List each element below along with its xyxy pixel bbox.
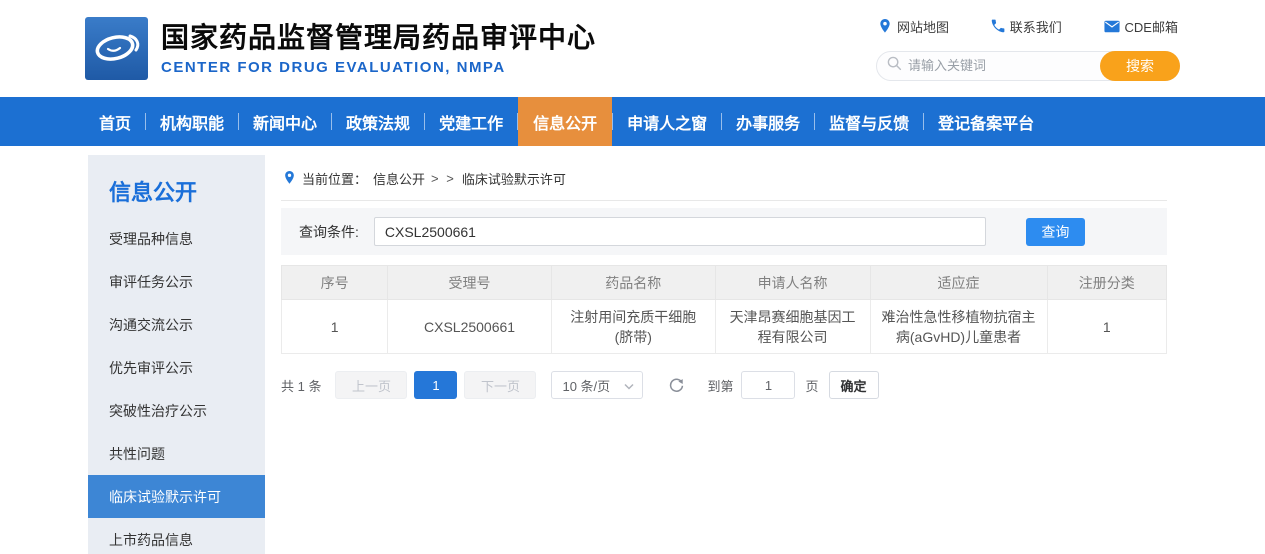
goto-page-label: 到第 bbox=[707, 376, 733, 395]
nav-item-services[interactable]: 办事服务 bbox=[722, 97, 814, 146]
table-row: 1 CXSL2500661 注射用间充质干细胞(脐带) 天津昂赛细胞基因工程有限… bbox=[282, 300, 1167, 354]
mailbox-label: CDE邮箱 bbox=[1125, 17, 1178, 36]
query-button[interactable]: 查询 bbox=[1026, 218, 1085, 246]
prev-page-button[interactable]: 上一页 bbox=[335, 371, 407, 399]
nav-item-info-disclosure[interactable]: 信息公开 bbox=[518, 97, 612, 146]
query-condition-input[interactable] bbox=[374, 217, 986, 246]
search-button[interactable]: 搜索 bbox=[1100, 51, 1180, 81]
top-links: 网站地图 联系我们 CDE邮箱 bbox=[876, 17, 1180, 36]
nav-item-functions[interactable]: 机构职能 bbox=[146, 97, 238, 146]
nav-item-home[interactable]: 首页 bbox=[85, 97, 145, 146]
confirm-button[interactable]: 确定 bbox=[829, 371, 879, 399]
sitemap-label: 网站地图 bbox=[897, 17, 949, 36]
sidebar-item-marketed-drugs[interactable]: 上市药品信息 bbox=[88, 518, 265, 554]
envelope-icon bbox=[1104, 20, 1120, 33]
search-input[interactable] bbox=[908, 58, 1099, 73]
main-navbar: 首页 机构职能 新闻中心 政策法规 党建工作 信息公开 申请人之窗 办事服务 监… bbox=[0, 97, 1265, 146]
mailbox-link[interactable]: CDE邮箱 bbox=[1104, 17, 1178, 36]
cell-seq: 1 bbox=[282, 300, 388, 354]
sidebar: 信息公开 受理品种信息 审评任务公示 沟通交流公示 优先审评公示 突破性治疗公示… bbox=[88, 155, 265, 554]
site-header: 国家药品监督管理局药品审评中心 CENTER FOR DRUG EVALUATI… bbox=[0, 0, 1265, 97]
sidebar-item-breakthrough-therapy[interactable]: 突破性治疗公示 bbox=[88, 389, 265, 432]
phone-icon bbox=[991, 19, 1005, 33]
contact-label: 联系我们 bbox=[1010, 17, 1062, 36]
page-size-value: 10 条/页 bbox=[562, 376, 610, 395]
chevron-down-icon bbox=[624, 378, 634, 393]
cell-indication: 难治性急性移植物抗宿主病(aGvHD)儿童患者 bbox=[870, 300, 1047, 354]
sidebar-title: 信息公开 bbox=[88, 175, 265, 207]
search-icon bbox=[887, 56, 902, 76]
query-panel: 查询条件: 查询 bbox=[281, 208, 1167, 255]
site-title: 国家药品监督管理局药品审评中心 bbox=[161, 21, 596, 55]
page-number-button[interactable]: 1 bbox=[414, 371, 457, 399]
nav-item-registration-platform[interactable]: 登记备案平台 bbox=[924, 97, 1048, 146]
col-header-seq: 序号 bbox=[282, 266, 388, 300]
col-header-acceptance-no: 受理号 bbox=[388, 266, 552, 300]
col-header-indication: 适应症 bbox=[870, 266, 1047, 300]
query-condition-label: 查询条件: bbox=[299, 222, 359, 242]
cell-acceptance-no: CXSL2500661 bbox=[388, 300, 552, 354]
cell-applicant: 天津昂赛细胞基因工程有限公司 bbox=[715, 300, 870, 354]
keyword-search: 搜索 bbox=[876, 51, 1180, 81]
breadcrumb: 当前位置： 信息公开 > > 临床试验默示许可 bbox=[281, 163, 1167, 201]
sitemap-link[interactable]: 网站地图 bbox=[878, 17, 949, 36]
breadcrumb-section-link[interactable]: 信息公开 bbox=[373, 169, 425, 188]
table-header-row: 序号 受理号 药品名称 申请人名称 适应症 注册分类 bbox=[282, 266, 1167, 300]
sidebar-item-common-issues[interactable]: 共性问题 bbox=[88, 432, 265, 475]
sidebar-item-accepted-varieties[interactable]: 受理品种信息 bbox=[88, 217, 265, 260]
brand: 国家药品监督管理局药品审评中心 CENTER FOR DRUG EVALUATI… bbox=[85, 17, 596, 80]
col-header-applicant: 申请人名称 bbox=[715, 266, 870, 300]
breadcrumb-prefix: 当前位置： bbox=[302, 169, 367, 188]
nav-item-news[interactable]: 新闻中心 bbox=[239, 97, 331, 146]
sidebar-item-priority-review[interactable]: 优先审评公示 bbox=[88, 346, 265, 389]
location-pin-icon bbox=[878, 18, 892, 34]
pagination: 共 1 条 上一页 1 下一页 10 条/页 到第 页 确定 bbox=[281, 371, 1167, 399]
breadcrumb-separator: > > bbox=[431, 171, 456, 186]
goto-page-input[interactable] bbox=[741, 371, 795, 399]
page-size-select[interactable]: 10 条/页 bbox=[551, 371, 643, 399]
nav-item-supervision[interactable]: 监督与反馈 bbox=[815, 97, 923, 146]
col-header-drug-name: 药品名称 bbox=[551, 266, 715, 300]
nav-item-party[interactable]: 党建工作 bbox=[425, 97, 517, 146]
cell-registration-class: 1 bbox=[1047, 300, 1167, 354]
refresh-icon[interactable] bbox=[668, 377, 685, 394]
total-count-label: 共 1 条 bbox=[281, 376, 321, 395]
sidebar-item-clinical-trial-implied-license[interactable]: 临床试验默示许可 bbox=[88, 475, 265, 518]
breadcrumb-current: 临床试验默示许可 bbox=[462, 169, 566, 188]
sidebar-item-communication[interactable]: 沟通交流公示 bbox=[88, 303, 265, 346]
sidebar-item-review-tasks[interactable]: 审评任务公示 bbox=[88, 260, 265, 303]
cell-drug-name: 注射用间充质干细胞(脐带) bbox=[551, 300, 715, 354]
nav-item-policy[interactable]: 政策法规 bbox=[332, 97, 424, 146]
contact-link[interactable]: 联系我们 bbox=[991, 17, 1062, 36]
goto-page-suffix: 页 bbox=[805, 376, 818, 395]
site-subtitle: CENTER FOR DRUG EVALUATION, NMPA bbox=[161, 59, 596, 76]
col-header-registration-class: 注册分类 bbox=[1047, 266, 1167, 300]
results-table: 序号 受理号 药品名称 申请人名称 适应症 注册分类 1 CXSL2500661… bbox=[281, 265, 1167, 354]
nav-item-applicant-window[interactable]: 申请人之窗 bbox=[613, 97, 721, 146]
cde-logo-icon bbox=[85, 17, 148, 80]
next-page-button[interactable]: 下一页 bbox=[464, 371, 536, 399]
breadcrumb-pin-icon bbox=[283, 170, 296, 188]
